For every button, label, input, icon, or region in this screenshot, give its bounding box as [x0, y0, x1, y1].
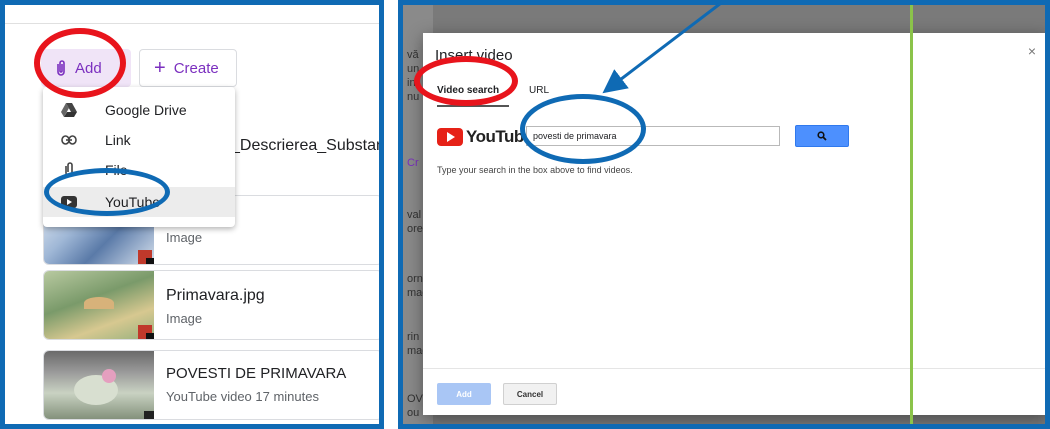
arrow-line: [602, 0, 726, 94]
annotation-arrow: [602, 0, 726, 94]
